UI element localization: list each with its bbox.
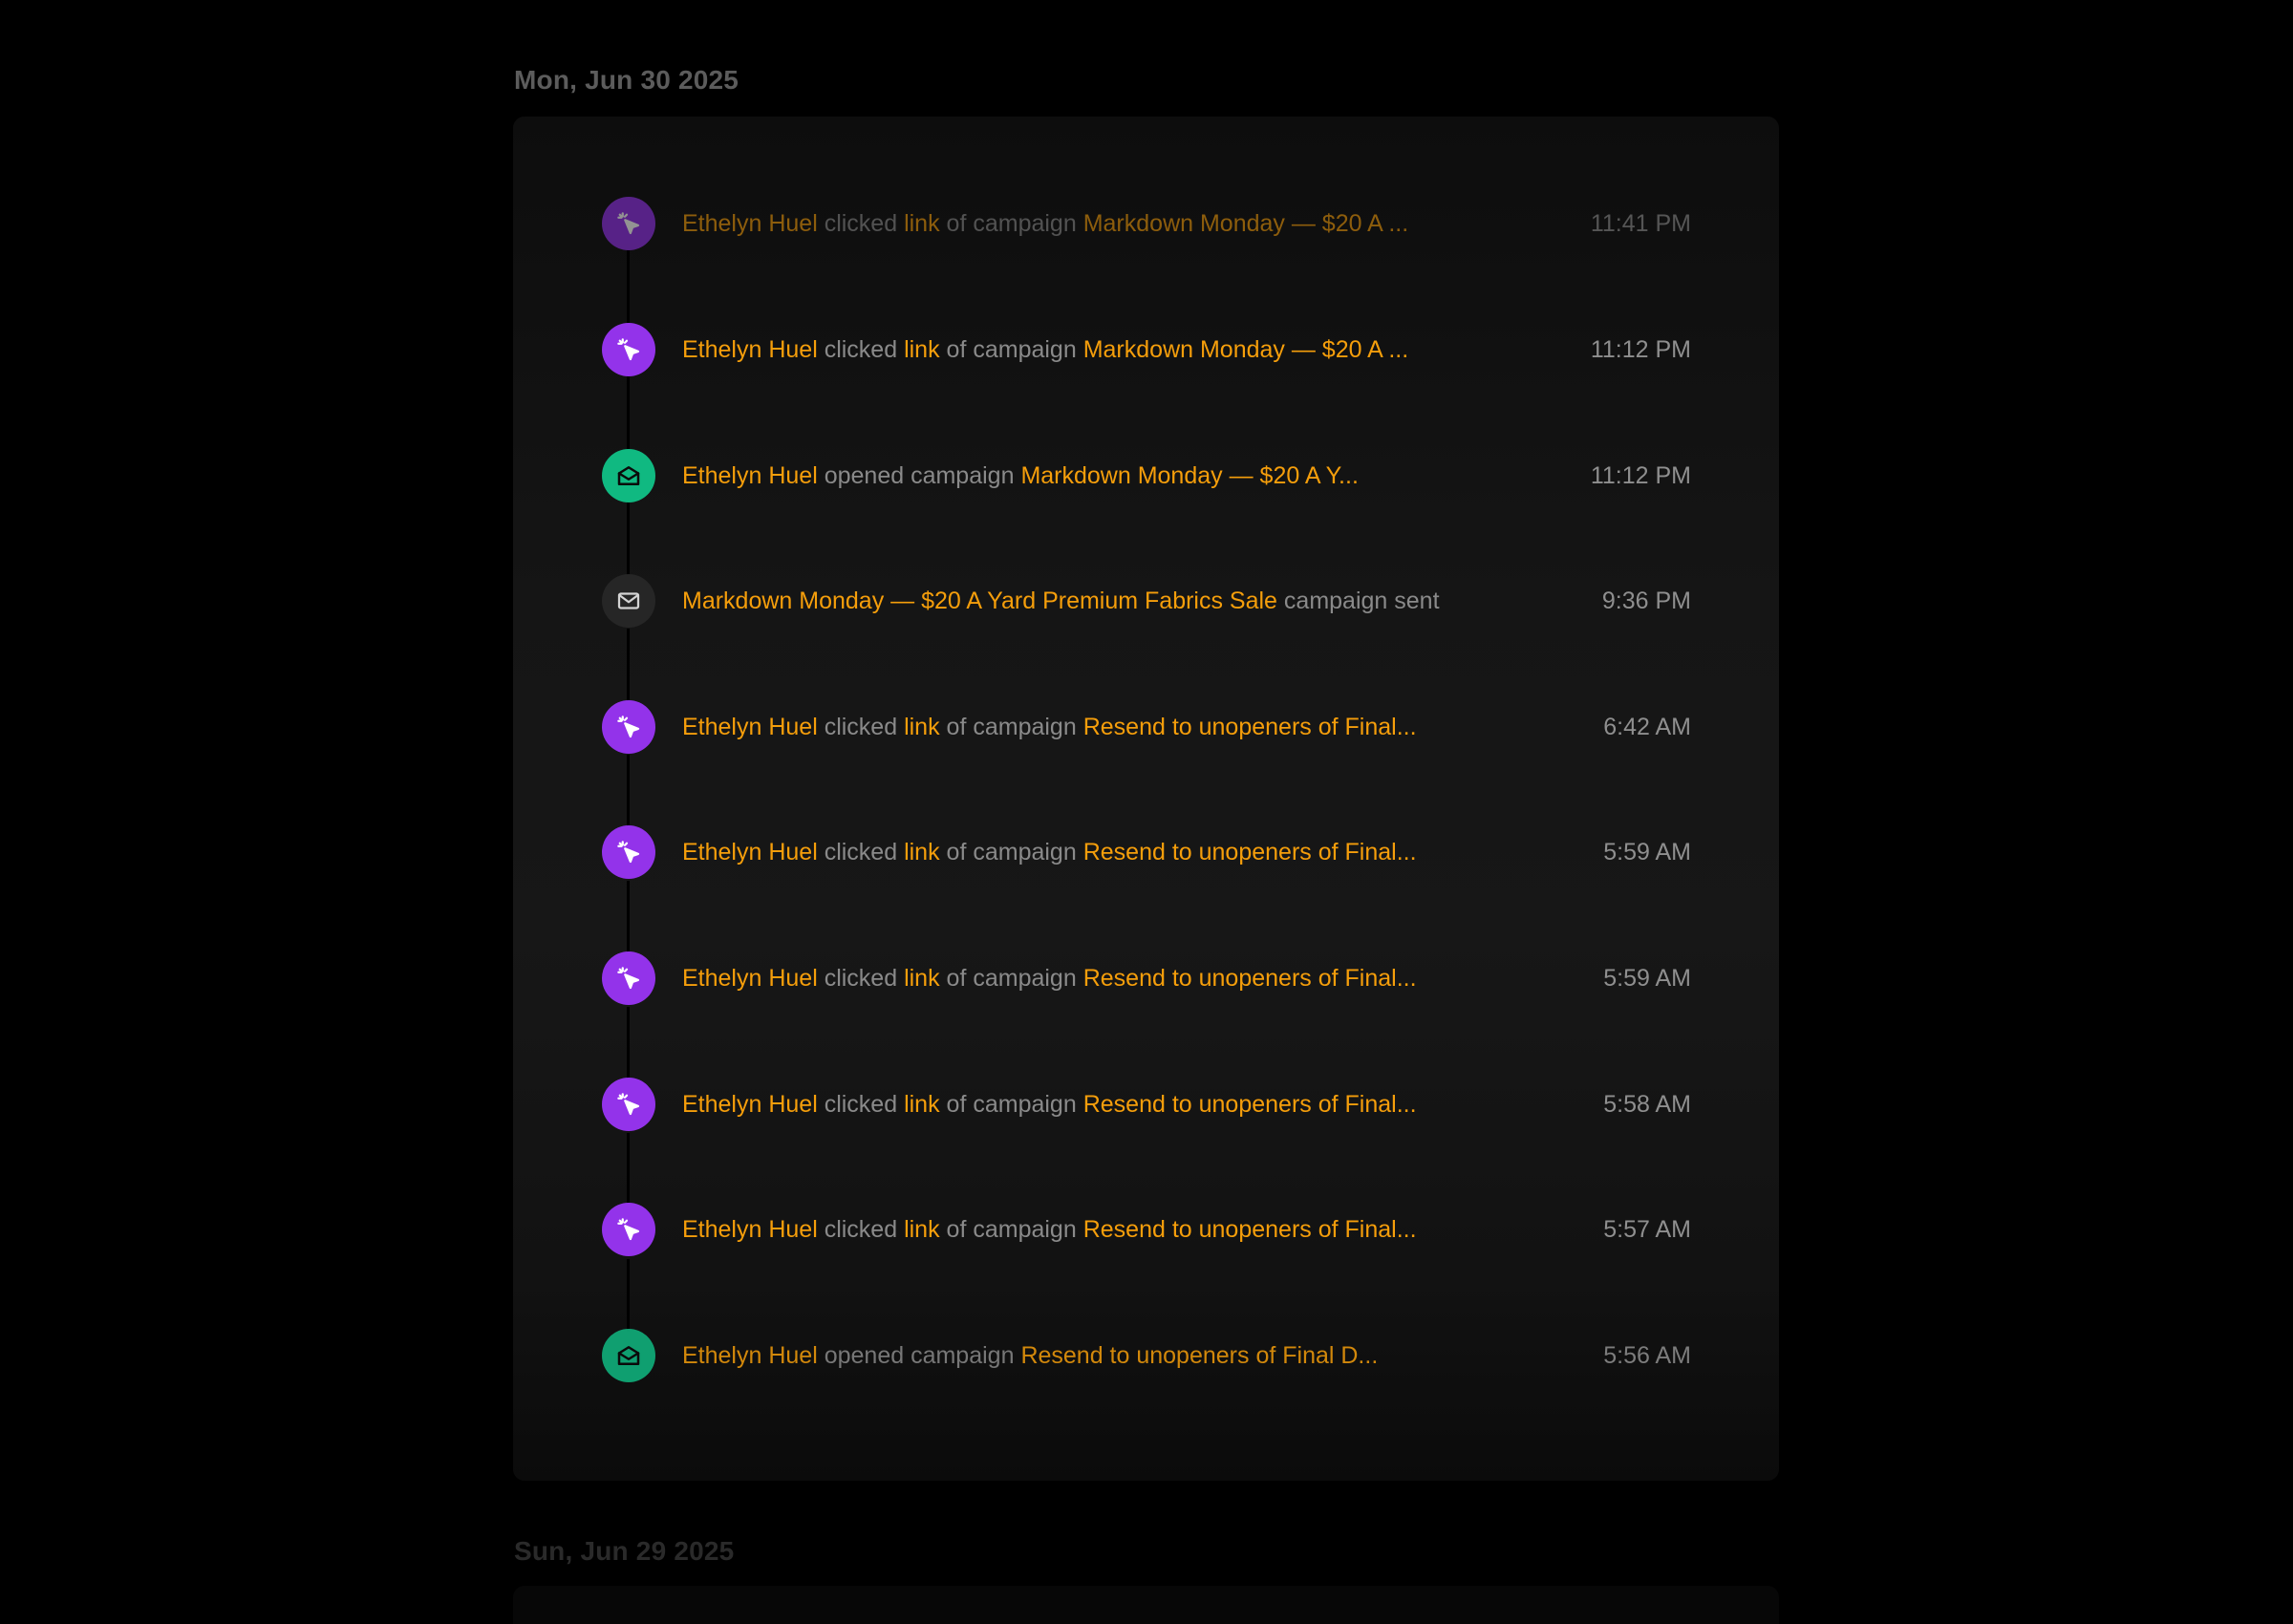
- timeline-event: Ethelyn Huel opened campaign Markdown Mo…: [602, 449, 1691, 502]
- link-reference[interactable]: link: [904, 965, 940, 992]
- timeline-event: Ethelyn Huel clicked link of campaign Re…: [602, 700, 1691, 754]
- campaign-link[interactable]: Resend to unopeners of Final D...: [1020, 1342, 1378, 1369]
- event-status-text: campaign sent: [1283, 587, 1440, 614]
- event-connector-text: of campaign: [946, 1090, 1077, 1118]
- timeline-event: Ethelyn Huel clicked link of campaign Ma…: [602, 197, 1691, 250]
- link-reference[interactable]: link: [904, 1091, 940, 1118]
- event-verb: clicked: [824, 964, 898, 992]
- contact-link[interactable]: Ethelyn Huel: [682, 336, 818, 363]
- event-time: 5:57 AM: [1603, 1215, 1691, 1243]
- timeline-connector: [627, 881, 630, 953]
- contact-link[interactable]: Ethelyn Huel: [682, 714, 818, 740]
- envelope-icon: [602, 574, 655, 628]
- event-time: 5:58 AM: [1603, 1090, 1691, 1118]
- timeline-connector: [627, 755, 630, 827]
- envelope-open-icon: [602, 1329, 655, 1382]
- event-description: Ethelyn Huel opened campaign Markdown Mo…: [682, 462, 1591, 490]
- event-connector-text: of campaign: [946, 1215, 1077, 1243]
- cursor-click-icon: [602, 1078, 655, 1131]
- cursor-click-icon: [602, 700, 655, 754]
- timeline-event: Ethelyn Huel clicked link of campaign Ma…: [602, 323, 1691, 376]
- date-heading: Sun, Jun 29 2025: [514, 1536, 735, 1566]
- cursor-click-icon: [602, 323, 655, 376]
- event-time: 11:41 PM: [1590, 209, 1691, 237]
- event-connector-text: of campaign: [946, 964, 1077, 992]
- activity-card: [513, 117, 1779, 1481]
- event-time: 5:59 AM: [1603, 964, 1691, 992]
- campaign-link[interactable]: Resend to unopeners of Final...: [1083, 839, 1417, 865]
- event-description: Ethelyn Huel clicked link of campaign Ma…: [682, 336, 1591, 364]
- campaign-link[interactable]: Resend to unopeners of Final...: [1083, 1216, 1417, 1243]
- campaign-link[interactable]: Markdown Monday — $20 A Y...: [1020, 462, 1358, 489]
- timeline-connector: [627, 250, 630, 323]
- envelope-open-icon: [602, 449, 655, 502]
- timeline-event: Ethelyn Huel clicked link of campaign Re…: [602, 951, 1691, 1005]
- contact-link[interactable]: Ethelyn Huel: [682, 965, 818, 992]
- campaign-link[interactable]: Markdown Monday — $20 A ...: [1083, 336, 1408, 363]
- event-time: 5:56 AM: [1603, 1341, 1691, 1369]
- event-description: Ethelyn Huel opened campaign Resend to u…: [682, 1342, 1603, 1370]
- timeline-connector: [627, 1259, 630, 1332]
- event-time: 11:12 PM: [1590, 335, 1691, 363]
- event-verb: clicked: [824, 1090, 898, 1118]
- event-connector-text: of campaign: [946, 209, 1077, 237]
- timeline-connector: [627, 376, 630, 449]
- event-connector-text: of campaign: [946, 335, 1077, 363]
- campaign-link[interactable]: Resend to unopeners of Final...: [1083, 965, 1417, 992]
- link-reference[interactable]: link: [904, 210, 940, 237]
- event-description: Ethelyn Huel clicked link of campaign Re…: [682, 839, 1603, 866]
- link-reference[interactable]: link: [904, 1216, 940, 1243]
- link-reference[interactable]: link: [904, 839, 940, 865]
- campaign-link[interactable]: Resend to unopeners of Final...: [1083, 714, 1417, 740]
- contact-link[interactable]: Ethelyn Huel: [682, 1342, 818, 1369]
- event-description: Ethelyn Huel clicked link of campaign Re…: [682, 965, 1603, 993]
- timeline-event: Markdown Monday — $20 A Yard Premium Fab…: [602, 574, 1691, 628]
- event-connector-text: of campaign: [946, 713, 1077, 740]
- event-description: Ethelyn Huel clicked link of campaign Re…: [682, 1091, 1603, 1119]
- link-reference[interactable]: link: [904, 336, 940, 363]
- date-heading: Mon, Jun 30 2025: [514, 65, 739, 95]
- event-verb: opened campaign: [824, 461, 1015, 489]
- campaign-link[interactable]: Markdown Monday — $20 A ...: [1083, 210, 1408, 237]
- event-verb: clicked: [824, 1215, 898, 1243]
- event-description: Ethelyn Huel clicked link of campaign Re…: [682, 1216, 1603, 1244]
- event-verb: opened campaign: [824, 1341, 1015, 1369]
- event-time: 9:36 PM: [1601, 587, 1691, 614]
- event-time: 5:59 AM: [1603, 838, 1691, 865]
- timeline-connector: [627, 1133, 630, 1206]
- timeline-event: Ethelyn Huel opened campaign Resend to u…: [602, 1329, 1691, 1382]
- contact-link[interactable]: Ethelyn Huel: [682, 210, 818, 237]
- cursor-click-icon: [602, 197, 655, 250]
- event-verb: clicked: [824, 838, 898, 865]
- activity-card: [513, 1586, 1779, 1624]
- event-verb: clicked: [824, 335, 898, 363]
- contact-link[interactable]: Ethelyn Huel: [682, 839, 818, 865]
- cursor-click-icon: [602, 825, 655, 879]
- contact-link[interactable]: Ethelyn Huel: [682, 1091, 818, 1118]
- event-connector-text: of campaign: [946, 838, 1077, 865]
- timeline-connector: [627, 502, 630, 575]
- contact-link[interactable]: Ethelyn Huel: [682, 1216, 818, 1243]
- activity-timeline-page: Mon, Jun 30 2025 Ethelyn Huel clicked li…: [0, 0, 2293, 1624]
- timeline-event: Ethelyn Huel clicked link of campaign Re…: [602, 825, 1691, 879]
- timeline-event: Ethelyn Huel clicked link of campaign Re…: [602, 1203, 1691, 1256]
- event-description: Ethelyn Huel clicked link of campaign Re…: [682, 714, 1603, 741]
- event-verb: clicked: [824, 713, 898, 740]
- campaign-link[interactable]: Markdown Monday — $20 A Yard Premium Fab…: [682, 588, 1277, 614]
- cursor-click-icon: [602, 951, 655, 1005]
- timeline-event: Ethelyn Huel clicked link of campaign Re…: [602, 1078, 1691, 1131]
- cursor-click-icon: [602, 1203, 655, 1256]
- event-verb: clicked: [824, 209, 898, 237]
- timeline-connector: [627, 629, 630, 701]
- timeline-connector: [627, 1007, 630, 1079]
- event-description: Ethelyn Huel clicked link of campaign Ma…: [682, 210, 1591, 238]
- link-reference[interactable]: link: [904, 714, 940, 740]
- contact-link[interactable]: Ethelyn Huel: [682, 462, 818, 489]
- campaign-link[interactable]: Resend to unopeners of Final...: [1083, 1091, 1417, 1118]
- event-time: 6:42 AM: [1603, 713, 1691, 740]
- event-time: 11:12 PM: [1590, 461, 1691, 489]
- event-description: Markdown Monday — $20 A Yard Premium Fab…: [682, 588, 1602, 615]
